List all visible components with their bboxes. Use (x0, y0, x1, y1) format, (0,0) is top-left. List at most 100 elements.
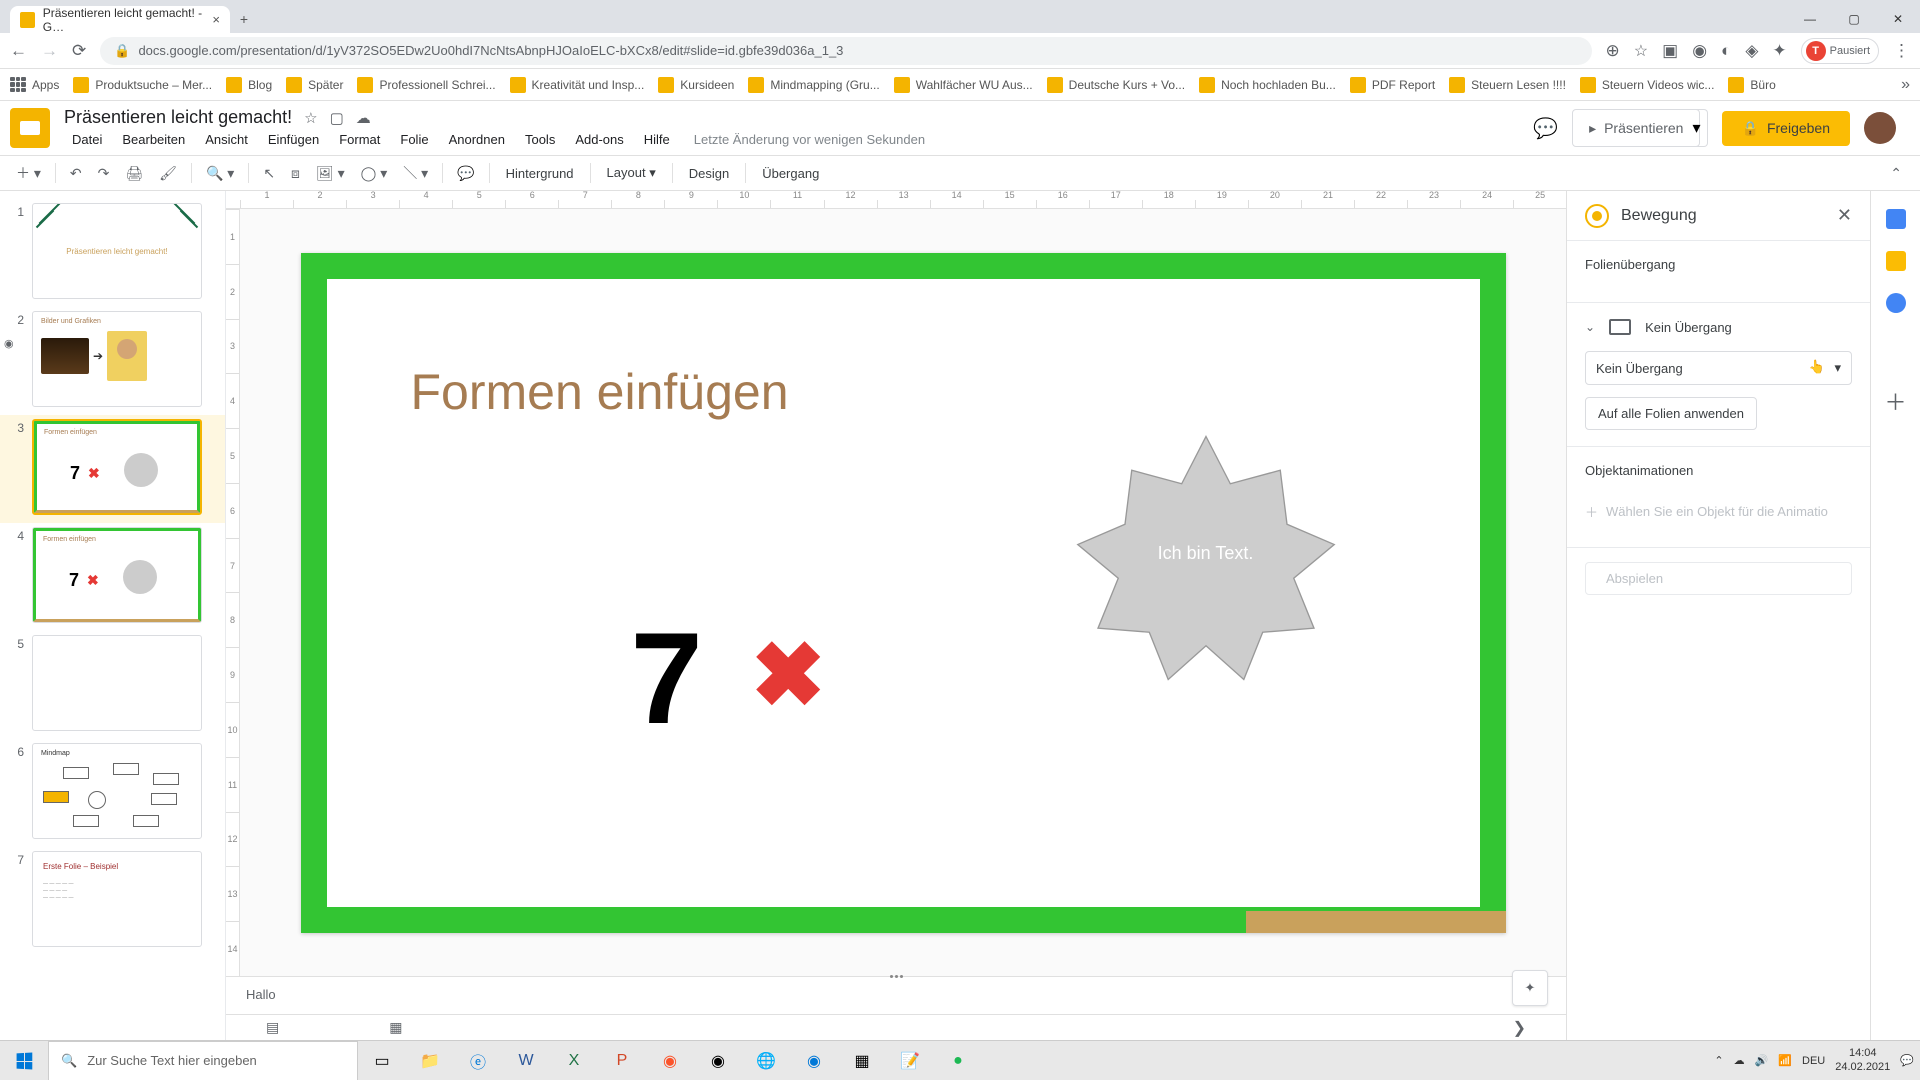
menu-hilfe[interactable]: Hilfe (636, 130, 678, 149)
taskbar-search[interactable]: 🔍 Zur Suche Text hier eingeben (48, 1041, 358, 1080)
slide-thumbnail-5[interactable]: 5 (0, 631, 225, 739)
slide-thumbnail-2[interactable]: 2 ◉ Bilder und Grafiken➔ (0, 307, 225, 415)
new-tab-button[interactable]: + (230, 5, 258, 33)
present-button[interactable]: ▸ Präsentieren (1572, 109, 1700, 147)
transition-button[interactable]: Übergang (754, 162, 827, 185)
background-button[interactable]: Hintergrund (498, 162, 582, 185)
bookmark-item[interactable]: Blog (226, 77, 272, 93)
transition-expand-row[interactable]: ⌄ Kein Übergang (1585, 319, 1852, 335)
select-tool-button[interactable]: ↖ (257, 161, 281, 186)
account-avatar[interactable] (1864, 112, 1896, 144)
undo-button[interactable]: ↶ (64, 161, 88, 186)
bookmark-item[interactable]: Mindmapping (Gru... (748, 77, 879, 93)
window-minimize-button[interactable]: — (1788, 6, 1832, 31)
app-icon[interactable]: ▦ (838, 1041, 886, 1080)
calendar-icon[interactable] (1886, 209, 1906, 229)
transition-type-dropdown[interactable]: Kein Übergang ▾ 👆 (1585, 351, 1852, 385)
ext-icon-1[interactable]: ▣ (1662, 41, 1678, 61)
brave-icon[interactable]: ◉ (646, 1041, 694, 1080)
bookmark-item[interactable]: Deutsche Kurs + Vo... (1047, 77, 1185, 93)
filmstrip-view-button[interactable]: ▤ (266, 1019, 279, 1036)
task-view-button[interactable]: ▭ (358, 1041, 406, 1080)
bookmark-star-icon[interactable]: ☆ (1634, 41, 1648, 61)
slide-thumbnail-1[interactable]: 1 Präsentieren leicht gemacht! (0, 199, 225, 307)
zoom-button[interactable]: 🔍 ▾ (200, 161, 240, 186)
bookmark-item[interactable]: Später (286, 77, 343, 93)
browser-menu-icon[interactable]: ⋮ (1893, 41, 1910, 61)
close-panel-button[interactable]: ✕ (1837, 205, 1852, 226)
ext-icon-4[interactable]: ◈ (1745, 41, 1758, 61)
slide-red-x-shape[interactable]: ✖ (751, 623, 826, 728)
slide-thumbnail-3[interactable]: 3 Formen einfügen7✖ (0, 415, 225, 523)
onedrive-icon[interactable]: ☁ (1734, 1054, 1745, 1067)
volume-icon[interactable]: 🔊 (1755, 1054, 1769, 1067)
canvas-wrapper[interactable]: Formen einfügen 7 ✖ Ich bin Text. (240, 209, 1566, 976)
window-close-button[interactable]: ✕ (1876, 6, 1920, 31)
slide-thumbnail-4[interactable]: 4 Formen einfügen7✖ (0, 523, 225, 631)
taskbar-clock[interactable]: 14:04 24.02.2021 (1835, 1047, 1890, 1073)
window-maximize-button[interactable]: ▢ (1832, 6, 1876, 31)
layout-button[interactable]: Layout ▾ (599, 161, 664, 185)
start-button[interactable] (0, 1041, 48, 1080)
powerpoint-icon[interactable]: P (598, 1041, 646, 1080)
spotify-icon[interactable]: ● (934, 1041, 982, 1080)
bookmark-item[interactable]: PDF Report (1350, 77, 1435, 93)
star-doc-icon[interactable]: ☆ (304, 109, 317, 127)
notification-icon[interactable]: 💬 (1900, 1054, 1914, 1067)
edge-legacy-icon[interactable]: ⓔ (454, 1041, 502, 1080)
present-dropdown-button[interactable]: ▾ (1686, 109, 1707, 147)
notes-text[interactable]: Hallo (246, 987, 276, 1002)
bookmark-item[interactable]: Kreativität und Insp... (510, 77, 645, 93)
next-slide-button[interactable]: ❯ (1513, 1018, 1526, 1038)
bookmark-item[interactable]: Kursideen (658, 77, 734, 93)
menu-datei[interactable]: Datei (64, 130, 110, 149)
design-button[interactable]: Design (681, 162, 737, 185)
bookmark-item[interactable]: Steuern Videos wic... (1580, 77, 1715, 93)
extensions-icon[interactable]: ✦ (1772, 41, 1786, 61)
obs-icon[interactable]: ◉ (694, 1041, 742, 1080)
bookmark-item[interactable]: Produktsuche – Mer... (73, 77, 212, 93)
tray-expand-icon[interactable]: ⌃ (1714, 1054, 1723, 1067)
keep-icon[interactable] (1886, 251, 1906, 271)
back-button[interactable]: ← (10, 41, 27, 61)
excel-icon[interactable]: X (550, 1041, 598, 1080)
comments-icon[interactable]: 💬 (1533, 116, 1558, 141)
menu-einfuegen[interactable]: Einfügen (260, 130, 327, 149)
explorer-icon[interactable]: 📁 (406, 1041, 454, 1080)
bookmark-item[interactable]: Steuern Lesen !!!! (1449, 77, 1566, 93)
speaker-notes[interactable]: Hallo ✦ (226, 976, 1566, 1014)
slide-canvas[interactable]: Formen einfügen 7 ✖ Ich bin Text. (301, 253, 1506, 933)
paint-format-button[interactable]: 🖌 (153, 161, 183, 186)
notepad-icon[interactable]: 📝 (886, 1041, 934, 1080)
bookmark-item[interactable]: Wahlfächer WU Aus... (894, 77, 1033, 93)
menu-ansicht[interactable]: Ansicht (197, 130, 256, 149)
menu-anordnen[interactable]: Anordnen (441, 130, 513, 149)
chrome-icon[interactable]: 🌐 (742, 1041, 790, 1080)
slide-thumbnail-6[interactable]: 6 Mindmap (0, 739, 225, 847)
slide-star-text[interactable]: Ich bin Text. (1091, 543, 1321, 564)
slide-number-seven[interactable]: 7 (631, 603, 703, 753)
slide-thumbnail-7[interactable]: 7 Erste Folie – Beispiel— — — — —— — — —… (0, 847, 225, 955)
tasks-icon[interactable] (1886, 293, 1906, 313)
explore-button[interactable]: ✦ (1512, 970, 1548, 1006)
add-side-panel-button[interactable]: ＋ (1884, 385, 1906, 417)
menu-tools[interactable]: Tools (517, 130, 563, 149)
edge-icon[interactable]: ◉ (790, 1041, 838, 1080)
last-edit-text[interactable]: Letzte Änderung vor wenigen Sekunden (694, 132, 925, 147)
word-icon[interactable]: W (502, 1041, 550, 1080)
menu-folie[interactable]: Folie (392, 130, 436, 149)
menu-addons[interactable]: Add-ons (567, 130, 631, 149)
slide-title-text[interactable]: Formen einfügen (411, 363, 789, 421)
new-slide-button[interactable]: ＋ ▾ (10, 159, 47, 187)
slides-logo-icon[interactable] (10, 108, 50, 148)
redo-button[interactable]: ↷ (92, 161, 116, 186)
textbox-button[interactable]: ⧈ (285, 161, 306, 186)
ext-icon-3[interactable]: ◐ (1721, 41, 1731, 61)
bookmark-item[interactable]: Professionell Schrei... (357, 77, 495, 93)
wifi-icon[interactable]: 📶 (1778, 1054, 1792, 1067)
apps-bookmark[interactable]: Apps (10, 77, 59, 93)
menu-bearbeiten[interactable]: Bearbeiten (114, 130, 193, 149)
vertical-ruler[interactable]: 1234567891011121314 (226, 209, 240, 976)
slide-filmstrip[interactable]: 1 Präsentieren leicht gemacht! 2 ◉ Bilde… (0, 191, 226, 1040)
tab-close-icon[interactable]: × (212, 12, 220, 27)
